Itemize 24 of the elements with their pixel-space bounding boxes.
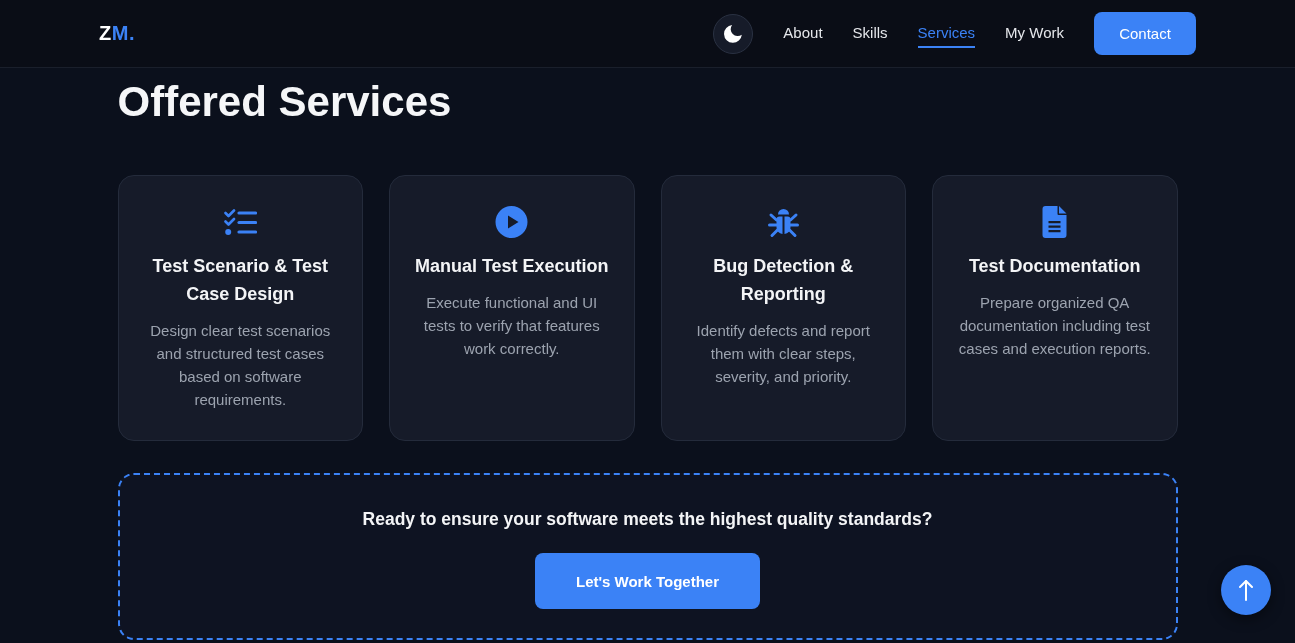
service-title: Bug Detection & Reporting xyxy=(712,255,855,306)
play-icon xyxy=(495,206,529,238)
work-together-button[interactable]: Let's Work Together xyxy=(535,553,760,609)
call-to-action-text: Ready to ensure your software meets the highest quality standards? xyxy=(362,508,933,531)
checklist-icon xyxy=(223,206,257,238)
section-heading: Offered Services xyxy=(117,78,453,126)
document-icon xyxy=(1042,206,1068,238)
service-title: Test Scenario & Test Case Design xyxy=(151,255,329,306)
contact-button[interactable]: Contact xyxy=(1094,12,1196,55)
nav-link[interactable]: Services xyxy=(917,19,976,48)
nav-link[interactable]: About xyxy=(783,19,823,48)
service-description: Identify defects and report them with clear steps, severity, and priority. xyxy=(695,321,871,387)
nav-link[interactable]: My Work xyxy=(1005,19,1064,48)
service-title: Manual Test Execution xyxy=(414,255,609,278)
bug-icon xyxy=(766,206,800,238)
service-title: Test Documentation xyxy=(968,255,1141,278)
arrow-up-icon xyxy=(1239,579,1253,601)
service-description: Design clear test scenarios and structured test cases based on software requirements. xyxy=(149,321,332,410)
moon-icon xyxy=(724,24,743,43)
service-description: Execute functional and UI tests to verify that features work correctly. xyxy=(422,293,601,359)
back-to-top-button[interactable] xyxy=(1221,565,1271,615)
nav-link[interactable]: Skills xyxy=(852,19,888,48)
logo[interactable]: ZM. xyxy=(99,22,135,45)
service-description: Prepare organized QA documentation including test cases and execution reports. xyxy=(957,293,1152,359)
